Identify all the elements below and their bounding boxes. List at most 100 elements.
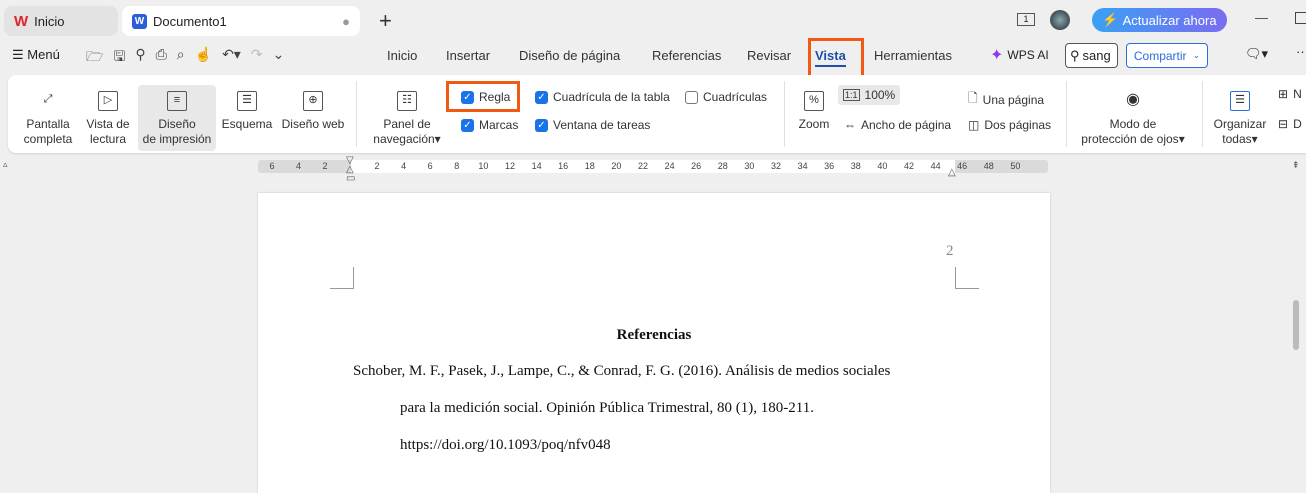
outline-button[interactable]: ☰ Esquema [220,85,274,132]
menu-button[interactable]: ☰ Menú [12,47,60,63]
restore-button[interactable] [1295,12,1306,24]
one-page-button[interactable]: 🗋 Una página [968,89,1044,110]
table-grid-checkbox[interactable]: ✓ Cuadrícula de la tabla [535,90,670,104]
ruler-tick: 16 [558,161,569,171]
print-layout-button[interactable]: ≡ Diseño de impresión [138,85,216,151]
page-width-button[interactable]: ⇔ Ancho de página [844,118,951,132]
page-width-icon: ⇔ [844,118,856,132]
ruler-tick: 50 [1010,161,1021,171]
search-input[interactable]: ⚲ sang [1065,43,1118,68]
new-window-button[interactable]: ⊞ N [1278,87,1302,101]
ruler-tick: 44 [930,161,941,171]
margin-corner-right [955,267,979,289]
document-page[interactable]: 2 Referencias Schober, M. F., Pasek, J.,… [258,193,1050,493]
indent-marker-icon[interactable]: ▽ △ ▭ [346,156,355,184]
percent-icon: % [804,91,824,111]
new-tab-button[interactable]: + [379,8,392,34]
vertical-scrollbar[interactable] [1293,300,1299,350]
nav-panel-button[interactable]: ☷ Panel de navegación▾ [366,85,448,147]
ruler-tick: 34 [797,161,808,171]
zoom-button[interactable]: % Zoom [792,85,836,132]
play-icon: ▷ [98,91,118,111]
label: Marcas [479,118,519,132]
share-button[interactable]: Compartir ⌄ [1126,43,1208,68]
hand-icon[interactable]: ☝ [195,46,212,70]
zoom-100-button[interactable]: 1:1 100% [838,85,901,105]
tab-inicio[interactable]: W Inicio [4,6,118,36]
gridlines-checkbox[interactable]: Cuadrículas [685,90,767,104]
tab-documento1[interactable]: W Documento1 ● [122,6,360,36]
task-pane-checkbox[interactable]: ✓ Ventana de tareas [535,118,650,132]
ruler-tick: 12 [504,161,516,171]
ruler-tick: 22 [637,161,649,171]
save-icon[interactable]: 🖫 [113,46,125,70]
update-now-button[interactable]: ⚡ Actualizar ahora [1092,8,1227,32]
comment-icon[interactable]: 🗨▾ [1245,46,1268,62]
label: Ancho de página [861,118,952,132]
ruler-toggle-icon[interactable]: ⇞ [1292,160,1300,171]
tab-inicio-menu[interactable]: Inicio [387,48,417,63]
new-window-icon: ⊞ [1278,87,1289,101]
marks-checkbox[interactable]: ✓ Marcas [461,118,518,132]
window-count-icon[interactable]: 1 [1017,13,1035,26]
more-chevron-icon[interactable]: ⌄ [273,46,285,70]
more-icon[interactable]: ·· [1296,44,1305,59]
eye-protection-button[interactable]: ◉ Modo de protección de ojos▾ [1074,85,1192,147]
page-icon: 🗋 [968,91,978,105]
ruler-tick: 48 [983,161,994,171]
writer-icon: W [132,13,147,29]
tab-herramientas[interactable]: Herramientas [874,48,952,63]
collapse-ribbon-icon[interactable]: ▵ [3,159,8,170]
label: Vista de [86,117,130,131]
ruler-tick: 36 [824,161,835,171]
print-icon[interactable]: ⎙ [156,46,167,70]
ruler-tick: 6 [269,161,275,171]
two-pages-button[interactable]: ◫ Dos páginas [968,118,1051,132]
reference-doi: https://doi.org/10.1093/poq/nfv048 [400,437,611,453]
tab-revisar[interactable]: Revisar [747,48,791,63]
redo-icon[interactable]: ↷ [251,46,263,70]
undo-icon[interactable]: ↶▾ [222,46,241,70]
label: Diseño web [281,117,345,131]
arrange-all-button[interactable]: ☰ Organizar todas▾ [1210,85,1270,147]
print-preview-icon[interactable]: ⌕ [177,46,185,70]
check-icon: ✓ [535,118,548,132]
horizontal-ruler[interactable]: 6 4 2 2 4 6 8 10 12 14 16 18 20 22 24 26 28 30 32 34 36 38 40 4… [258,160,1048,173]
split-icon: ⊟ [1278,117,1289,131]
ruler-tick: 20 [611,161,622,171]
reading-view-button[interactable]: ▷ Vista de lectura [82,85,134,147]
label: Panel de [383,117,431,131]
label: Dos páginas [984,118,1052,132]
eye-icon: ◉ [1126,91,1140,108]
globe-icon: ⊕ [303,91,323,111]
highlight-vista [808,38,864,78]
ruler-tick: 42 [903,161,915,171]
web-layout-button[interactable]: ⊕ Diseño web [280,85,346,132]
avatar[interactable] [1050,10,1070,30]
full-screen-button[interactable]: ⤢ Pantalla completa [18,85,78,147]
wps-ai-button[interactable]: ✦ WPS AI [990,45,1049,65]
ruler-tick: 6 [427,161,433,171]
ruler-tick: 40 [877,161,888,171]
hamburger-icon: ☰ [12,47,28,62]
open-icon[interactable]: 🗁 [86,46,103,70]
ruler-tick: 46 [957,161,968,171]
tab-diseno-pagina[interactable]: Diseño de página [519,48,620,63]
ruler-tick: 26 [691,161,702,171]
minimize-button[interactable]: — [1255,10,1268,25]
ruler-tick: 18 [584,161,595,171]
margin-corner-left [330,267,354,289]
tab-label: Documento1 [153,13,227,29]
tab-insertar[interactable]: Insertar [446,48,490,63]
tab-referencias[interactable]: Referencias [652,48,721,63]
label: 100% [864,88,896,102]
right-indent-icon[interactable]: △ [948,167,956,178]
search-value: sang [1082,48,1111,63]
ruler-tick: 4 [295,161,302,171]
format-painter-icon[interactable]: ⚲ [135,46,145,70]
ruler-tick: 38 [850,161,861,171]
split-button[interactable]: ⊟ D [1278,117,1302,131]
label: Diseño [158,117,196,131]
ruler-tick: 30 [744,161,755,171]
divider [1202,81,1203,147]
